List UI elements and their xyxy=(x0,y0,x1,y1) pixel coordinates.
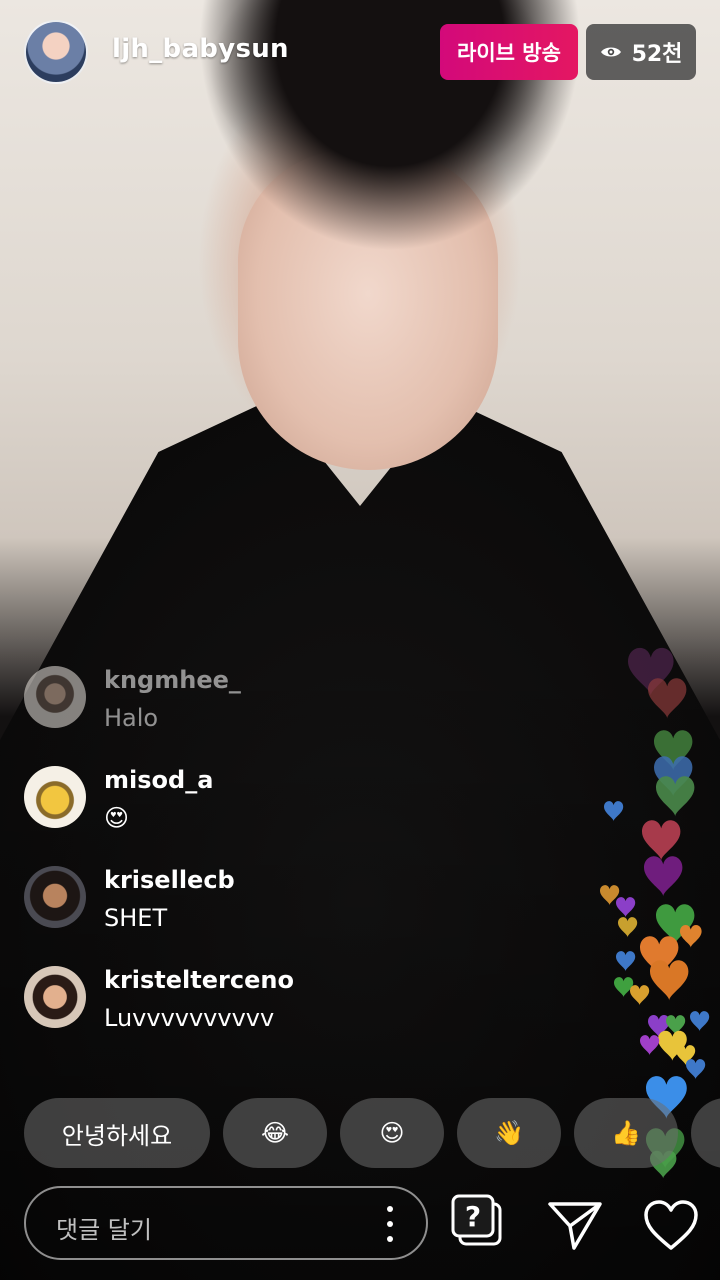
heart-icon xyxy=(614,977,634,998)
comment-input[interactable]: 댓글 달기 xyxy=(24,1186,428,1260)
heart-icon xyxy=(604,801,624,822)
comment-item: krisellecb SHET xyxy=(24,866,444,936)
quick-reply-chip[interactable]: 안녕하세요 xyxy=(24,1098,210,1168)
heart-icon xyxy=(680,925,702,948)
commenter-username[interactable]: kngmhee_ xyxy=(104,666,241,694)
heart-icon xyxy=(686,1059,706,1080)
commenter-avatar[interactable] xyxy=(24,966,86,1028)
heart-icon xyxy=(616,897,636,918)
paper-plane-icon[interactable] xyxy=(544,1196,606,1258)
comment-input-placeholder: 댓글 달기 xyxy=(56,1216,152,1244)
heart-icon xyxy=(642,820,681,861)
heart-icon xyxy=(650,960,689,1001)
heart-icon xyxy=(616,951,636,972)
heart-icon xyxy=(644,856,683,897)
quick-reply-chip[interactable]: 😍 xyxy=(340,1098,444,1168)
live-badge: 라이브 방송 xyxy=(440,24,578,80)
commenter-username[interactable]: misod_a xyxy=(104,766,213,794)
comment-item: kngmhee_ Halo xyxy=(24,666,444,736)
eye-icon xyxy=(600,47,621,57)
heart-icon xyxy=(690,1011,710,1032)
comment-text: Halo xyxy=(104,704,159,732)
viewer-count-button[interactable]: 52천 xyxy=(586,24,696,80)
heart-outline-icon[interactable] xyxy=(640,1196,702,1258)
comment-item: misod_a 😍 xyxy=(24,766,444,836)
quick-reply-chip[interactable]: 😂 xyxy=(223,1098,327,1168)
heart-icon xyxy=(640,1035,660,1056)
commenter-avatar[interactable] xyxy=(24,766,86,828)
comment-text: Luvvvvvvvvvv xyxy=(104,1004,275,1032)
heart-icon xyxy=(630,985,650,1006)
quick-reply-row: 안녕하세요 😂 😍 👋 👍 xyxy=(24,1098,720,1168)
comment-text: SHET xyxy=(104,904,168,932)
comment-item: kristelterceno Luvvvvvvvvvv xyxy=(24,966,444,1036)
quick-reply-chip[interactable] xyxy=(691,1098,720,1168)
vertical-dots-icon[interactable] xyxy=(386,1206,394,1242)
live-header: ljh_babysun 라이브 방송 52천 xyxy=(0,0,720,110)
host-avatar[interactable] xyxy=(24,20,88,84)
commenter-username[interactable]: kristelterceno xyxy=(104,966,294,994)
comment-text: 😍 xyxy=(104,804,130,832)
viewer-count: 52천 xyxy=(631,42,683,67)
commenter-avatar[interactable] xyxy=(24,866,86,928)
svg-text:?: ? xyxy=(465,1200,481,1233)
host-username[interactable]: ljh_babysun xyxy=(112,34,289,64)
question-sticker-icon[interactable]: ? xyxy=(448,1190,510,1252)
quick-reply-chip[interactable]: 👋 xyxy=(457,1098,561,1168)
commenter-username[interactable]: krisellecb xyxy=(104,866,235,894)
heart-icon xyxy=(618,917,638,938)
commenter-avatar[interactable] xyxy=(24,666,86,728)
quick-reply-chip[interactable]: 👍 xyxy=(574,1098,678,1168)
heart-icon xyxy=(648,678,687,719)
